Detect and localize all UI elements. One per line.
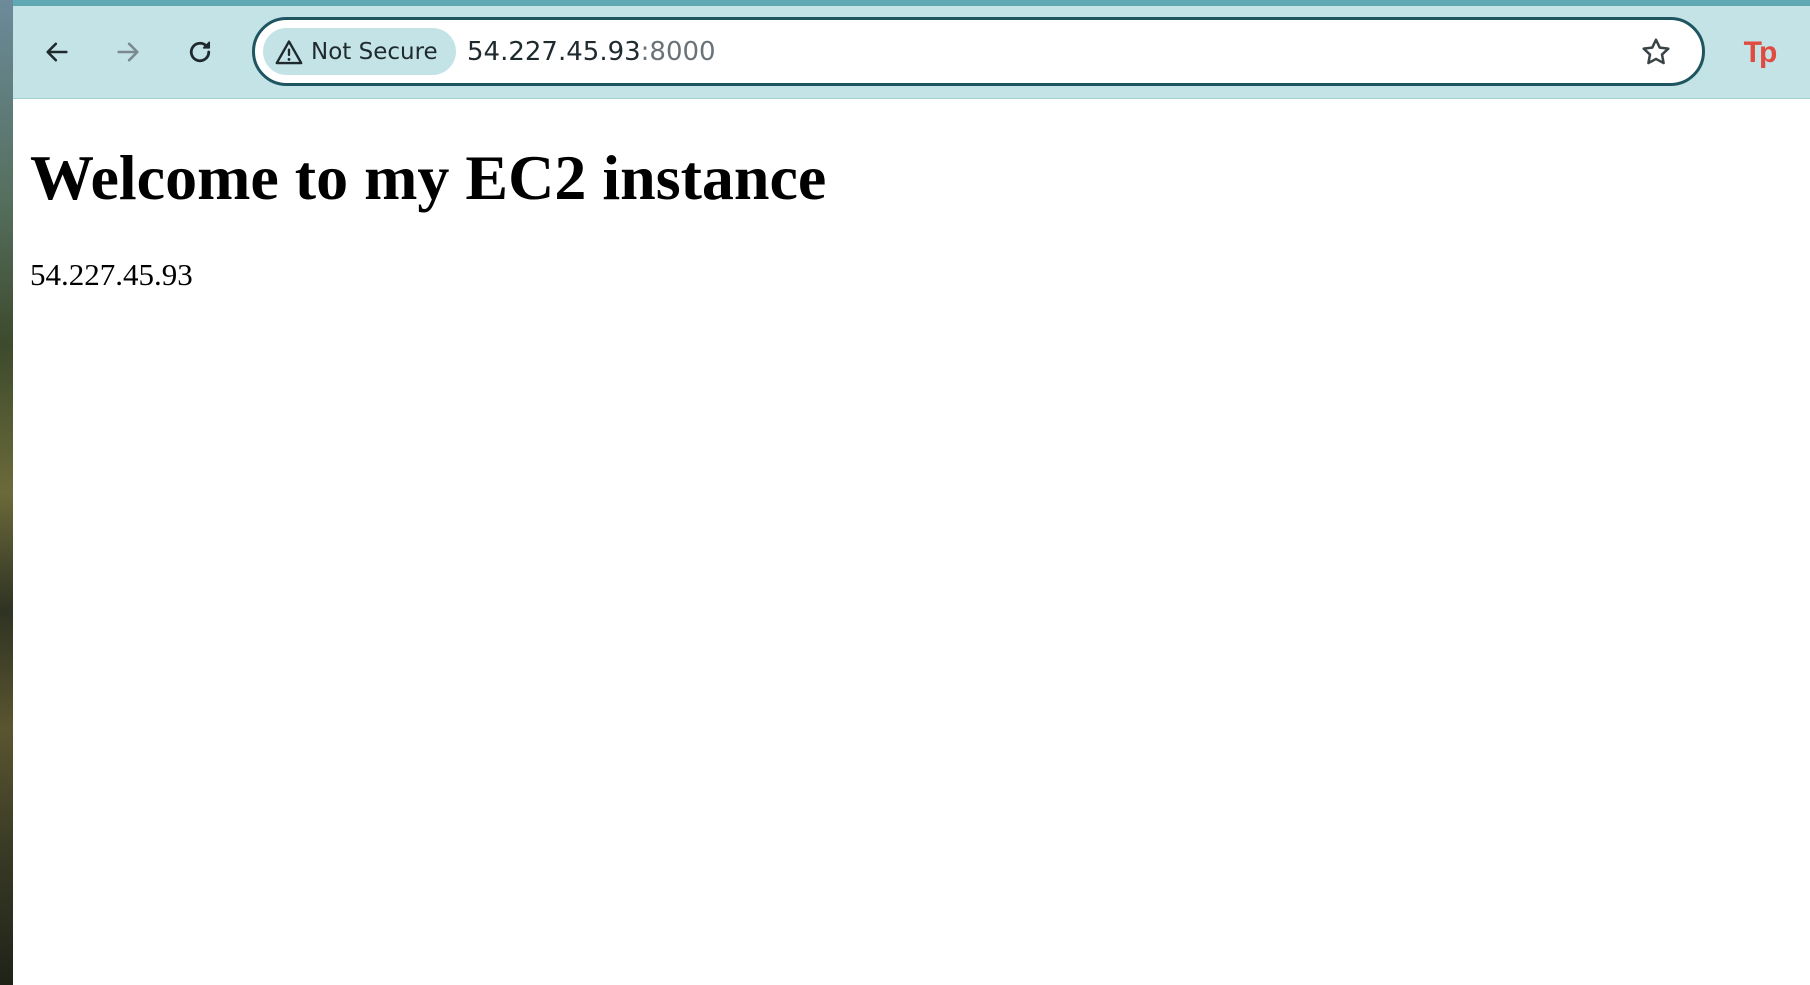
browser-toolbar: Not Secure 54.227.45.93:8000 Tp [13, 6, 1810, 99]
reload-icon [189, 41, 211, 63]
forward-button[interactable] [108, 32, 148, 72]
url-port: :8000 [640, 36, 716, 67]
address-bar[interactable]: Not Secure 54.227.45.93:8000 [252, 17, 1705, 86]
security-label: Not Secure [311, 38, 438, 65]
page-ip-text: 54.227.45.93 [30, 257, 193, 292]
star-outline-icon [1642, 38, 1670, 65]
bookmark-button[interactable] [1638, 34, 1674, 70]
reload-button[interactable] [180, 32, 220, 72]
security-indicator[interactable]: Not Secure [263, 28, 456, 75]
desktop-wallpaper-edge [0, 0, 13, 985]
warning-triangle-icon [275, 39, 303, 64]
page-heading: Welcome to my EC2 instance [30, 142, 827, 213]
tp-extension-icon[interactable]: Tp [1739, 33, 1779, 73]
url-text[interactable]: 54.227.45.93:8000 [467, 20, 716, 83]
page-content: Welcome to my EC2 instance 54.227.45.93 [13, 99, 1810, 985]
arrow-right-icon [117, 42, 139, 62]
back-button[interactable] [37, 32, 77, 72]
arrow-left-icon [46, 42, 68, 62]
url-host: 54.227.45.93 [467, 36, 641, 67]
